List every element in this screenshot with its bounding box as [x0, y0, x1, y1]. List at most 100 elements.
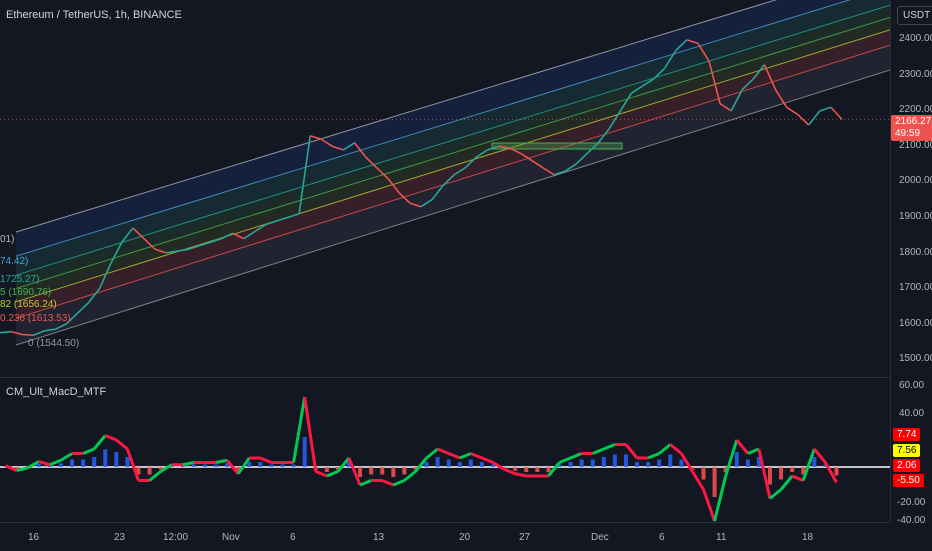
- histogram-bar: [247, 462, 252, 467]
- fib-band: [16, 29, 890, 319]
- histogram-bar: [712, 467, 717, 497]
- countdown-value: 49:59: [895, 128, 921, 139]
- indicator-tick-label: 40.00: [899, 408, 925, 419]
- histogram-bar: [812, 457, 817, 467]
- price-segment: [786, 106, 799, 116]
- price-tick-label: 2400.00: [899, 33, 932, 44]
- macd-segment: [115, 438, 129, 451]
- histogram-bar: [36, 464, 41, 467]
- histogram-bar: [258, 462, 263, 467]
- symbol-title[interactable]: Ethereum / TetherUS, 1h, BINANCE: [6, 9, 182, 21]
- macd-segment: [326, 470, 339, 478]
- fib-level-line: [15, 17, 891, 289]
- price-tick-label: 2100.00: [899, 139, 932, 151]
- histogram-bar: [779, 467, 784, 480]
- macd-segment: [514, 472, 527, 478]
- macd-segment: [182, 461, 195, 467]
- fib-level-label: 5 (1690.76): [0, 287, 52, 298]
- histogram-bar: [92, 457, 97, 467]
- histogram-bar: [834, 467, 839, 476]
- time-tick-label: 11: [716, 532, 727, 543]
- histogram-bar: [291, 464, 296, 467]
- histogram-bar: [214, 464, 219, 467]
- price-tick-label: 2200.00: [899, 104, 932, 116]
- macd-segment: [459, 452, 472, 460]
- histogram-bar: [47, 465, 52, 467]
- pane-separator[interactable]: [0, 377, 932, 378]
- price-segment: [0, 330, 12, 334]
- histogram-bar: [745, 459, 750, 467]
- histogram-bar: [402, 467, 407, 475]
- macd-segment: [392, 479, 405, 487]
- time-tick-label: Nov: [222, 532, 240, 543]
- indicator-value-badge: 2.06: [893, 459, 921, 472]
- macd-segment: [359, 479, 372, 487]
- histogram-bar: [70, 459, 75, 467]
- histogram-bar: [446, 459, 451, 467]
- macd-segment: [558, 456, 572, 464]
- histogram-bar: [601, 457, 606, 467]
- price-tick-label: 1500.00: [899, 353, 932, 365]
- indicator-value-badge: -5.50: [893, 474, 924, 487]
- macd-segment: [647, 452, 660, 460]
- macd-segment: [603, 443, 616, 451]
- fib-level-label: 0 (1544.50): [28, 338, 80, 349]
- histogram-bar: [668, 454, 673, 467]
- histogram-bar: [125, 457, 130, 467]
- macd-segment: [104, 434, 117, 442]
- price-tick-label: 2000.00: [899, 175, 932, 187]
- price-segment: [819, 106, 832, 112]
- time-tick-label: 6: [290, 532, 296, 543]
- currency-button[interactable]: USDT: [897, 6, 932, 25]
- fib-level-label: 74.42): [0, 256, 29, 267]
- histogram-bar: [435, 457, 440, 467]
- time-tick-label: 12:00: [163, 532, 189, 543]
- price-segment: [797, 113, 810, 126]
- macd-segment: [93, 434, 107, 450]
- fib-level-label: 01): [0, 234, 15, 245]
- histogram-bar: [657, 459, 662, 467]
- fib-level-line: [15, 44, 891, 319]
- time-tick-label: 23: [114, 532, 126, 543]
- histogram-bar: [457, 462, 462, 467]
- last-price-value: 2166.27: [895, 116, 932, 127]
- histogram-bar: [646, 462, 651, 467]
- indicator-tick-label: -40.00: [897, 515, 926, 526]
- macd-segment: [481, 456, 494, 464]
- macd-segment: [669, 443, 683, 455]
- histogram-bar: [734, 452, 739, 467]
- price-chart-canvas[interactable]: [0, 0, 932, 550]
- time-tick-label: 20: [459, 532, 471, 543]
- time-tick-label: Dec: [591, 532, 609, 543]
- macd-segment: [381, 479, 394, 487]
- histogram-bar: [568, 462, 573, 467]
- macd-segment: [82, 447, 95, 455]
- price-segment: [808, 110, 821, 126]
- time-tick-label: 6: [659, 532, 665, 543]
- macd-segment: [769, 488, 783, 500]
- macd-segment: [448, 452, 461, 460]
- macd-segment: [658, 443, 672, 455]
- price-segment: [830, 106, 843, 120]
- price-tick-label: 1700.00: [899, 282, 932, 294]
- histogram-bar: [358, 467, 363, 477]
- support-zone-box: [491, 142, 623, 150]
- indicator-title[interactable]: CM_Ult_MacD_MTF: [6, 386, 106, 398]
- histogram-bar: [767, 467, 772, 485]
- fib-band: [16, 17, 890, 302]
- time-axis[interactable]: 16 23 12:00 Nov 6 13 20 27 Dec 6 11 18: [0, 522, 890, 551]
- macd-segment: [747, 447, 760, 455]
- time-tick-label: 13: [373, 532, 385, 543]
- histogram-bar: [147, 467, 152, 475]
- fib-band: [16, 0, 890, 276]
- macd-segment: [592, 447, 605, 455]
- histogram-bar: [302, 437, 307, 467]
- macd-segment: [437, 447, 450, 455]
- histogram-bar: [103, 449, 108, 467]
- indicator-value-badge: 7.74: [893, 428, 921, 441]
- indicator-tick-label: -20.00: [897, 497, 926, 508]
- histogram-bar: [380, 467, 385, 475]
- histogram-bar: [324, 467, 329, 472]
- last-price-badge: 2166.27 49:59: [891, 115, 932, 141]
- histogram-bar: [191, 464, 196, 467]
